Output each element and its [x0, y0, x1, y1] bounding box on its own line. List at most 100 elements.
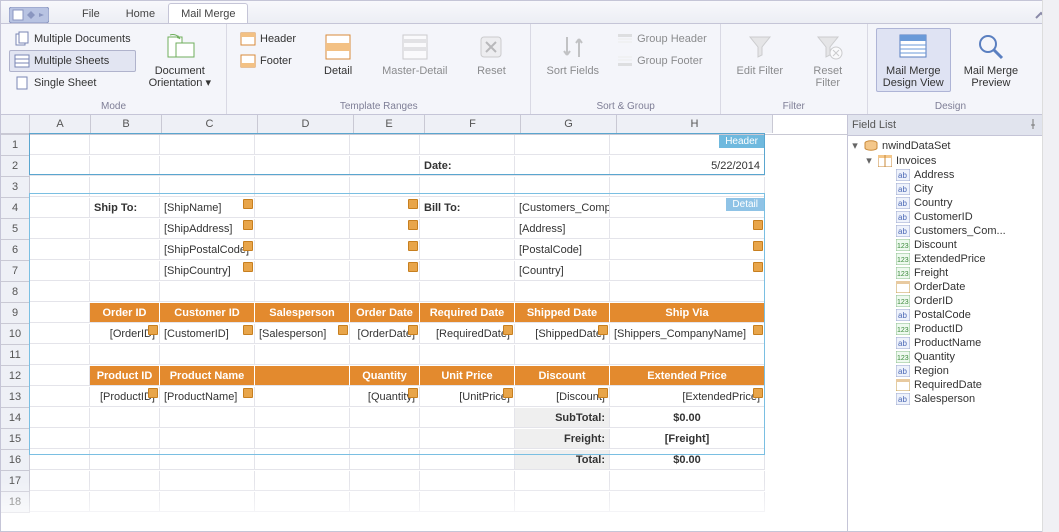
cell[interactable] — [30, 492, 90, 512]
cell[interactable]: Discount — [515, 366, 610, 386]
cell[interactable] — [515, 345, 610, 365]
multiple-documents-button[interactable]: Multiple Documents — [9, 28, 136, 50]
row-header-9[interactable]: 9 — [1, 303, 30, 324]
cell[interactable] — [255, 177, 350, 197]
cell[interactable]: [Address] — [515, 219, 610, 239]
cell[interactable]: 5/22/2014 — [610, 156, 765, 176]
tree-field[interactable]: abProductName — [848, 336, 1058, 350]
cell[interactable] — [160, 345, 255, 365]
cell[interactable] — [350, 492, 420, 512]
cell[interactable] — [160, 282, 255, 302]
col-header-C[interactable]: C — [162, 115, 258, 133]
cell[interactable] — [420, 471, 515, 491]
cell[interactable] — [350, 429, 420, 449]
col-header-D[interactable]: D — [258, 115, 354, 133]
cell[interactable] — [350, 219, 420, 239]
cell[interactable] — [420, 135, 515, 155]
cell[interactable] — [515, 156, 610, 176]
tree-field[interactable]: OrderDate — [848, 280, 1058, 294]
detail-range-button[interactable]: Detail — [307, 28, 369, 80]
app-menu-icon[interactable] — [9, 7, 49, 23]
design-view-button[interactable]: Mail Merge Design View — [876, 28, 951, 92]
cell[interactable]: Salesperson — [255, 303, 350, 323]
cell[interactable]: [CustomerID] — [160, 324, 255, 344]
row-header-13[interactable]: 13 — [1, 387, 30, 408]
preview-button[interactable]: Mail Merge Preview — [957, 28, 1025, 92]
cell[interactable]: Header — [610, 135, 765, 155]
cell[interactable]: [Country] — [515, 261, 610, 281]
reset-range-button[interactable]: Reset — [460, 28, 522, 80]
cell[interactable] — [350, 450, 420, 470]
col-header-F[interactable]: F — [425, 115, 521, 133]
row-header-7[interactable]: 7 — [1, 261, 30, 282]
cell[interactable] — [160, 450, 255, 470]
cell[interactable]: Required Date — [420, 303, 515, 323]
tree-field[interactable]: 123Freight — [848, 266, 1058, 280]
cell[interactable]: [Quantity] — [350, 387, 420, 407]
row-header-15[interactable]: 15 — [1, 429, 30, 450]
cell[interactable] — [90, 219, 160, 239]
cell[interactable] — [255, 261, 350, 281]
cell[interactable] — [515, 177, 610, 197]
cell[interactable]: [ShipCountry] — [160, 261, 255, 281]
cell[interactable] — [160, 408, 255, 428]
cell[interactable] — [90, 240, 160, 260]
cell[interactable] — [350, 471, 420, 491]
cell[interactable]: [Discount] — [515, 387, 610, 407]
row-header-18[interactable]: 18 — [1, 492, 30, 513]
cell[interactable] — [90, 156, 160, 176]
cell[interactable]: Customer ID — [160, 303, 255, 323]
edit-filter-button[interactable]: Edit Filter — [729, 28, 791, 80]
cell[interactable] — [90, 492, 160, 512]
row-header-2[interactable]: 2 — [1, 156, 30, 177]
cell[interactable] — [255, 240, 350, 260]
pin-icon[interactable] — [1026, 119, 1040, 132]
row-header-4[interactable]: 4 — [1, 198, 30, 219]
cell[interactable] — [160, 156, 255, 176]
cell[interactable] — [30, 345, 90, 365]
cell[interactable]: [ShippedDate] — [515, 324, 610, 344]
cell[interactable] — [90, 135, 160, 155]
cell[interactable]: [RequiredDate] — [420, 324, 515, 344]
col-header-B[interactable]: B — [91, 115, 162, 133]
tree-field[interactable]: abRegion — [848, 364, 1058, 378]
cell[interactable]: [Customers_CompanyName] — [515, 198, 610, 218]
cell[interactable] — [350, 408, 420, 428]
cell[interactable] — [420, 261, 515, 281]
cell[interactable] — [610, 219, 765, 239]
cell[interactable]: [UnitPrice] — [420, 387, 515, 407]
cell[interactable] — [515, 135, 610, 155]
row-header-6[interactable]: 6 — [1, 240, 30, 261]
cell[interactable] — [160, 471, 255, 491]
tree-field[interactable]: 123Quantity — [848, 350, 1058, 364]
cell[interactable]: Product Name — [160, 366, 255, 386]
cell[interactable] — [30, 471, 90, 491]
cell[interactable] — [350, 177, 420, 197]
cell[interactable] — [350, 135, 420, 155]
row-header-11[interactable]: 11 — [1, 345, 30, 366]
cell[interactable]: Shipped Date — [515, 303, 610, 323]
cell[interactable]: Bill To: — [420, 198, 515, 218]
row-header-16[interactable]: 16 — [1, 450, 30, 471]
cell[interactable] — [90, 429, 160, 449]
cell[interactable]: [Freight] — [610, 429, 765, 449]
single-sheet-button[interactable]: Single Sheet — [9, 72, 136, 94]
cell[interactable] — [420, 177, 515, 197]
tree-field[interactable]: abCustomers_Com... — [848, 224, 1058, 238]
col-header-A[interactable]: A — [30, 115, 91, 133]
cell[interactable] — [420, 429, 515, 449]
cell[interactable] — [610, 282, 765, 302]
cell[interactable] — [255, 366, 350, 386]
cell[interactable] — [420, 240, 515, 260]
tab-file[interactable]: File — [69, 3, 113, 23]
cell[interactable]: Total: — [515, 450, 610, 470]
col-header-H[interactable]: H — [617, 115, 773, 133]
cell[interactable] — [30, 408, 90, 428]
tree-field[interactable]: 123ExtendedPrice — [848, 252, 1058, 266]
cell[interactable] — [90, 408, 160, 428]
cell[interactable] — [255, 282, 350, 302]
cell[interactable] — [30, 282, 90, 302]
cell[interactable] — [255, 492, 350, 512]
cell[interactable] — [610, 177, 765, 197]
tab-home[interactable]: Home — [113, 3, 168, 23]
